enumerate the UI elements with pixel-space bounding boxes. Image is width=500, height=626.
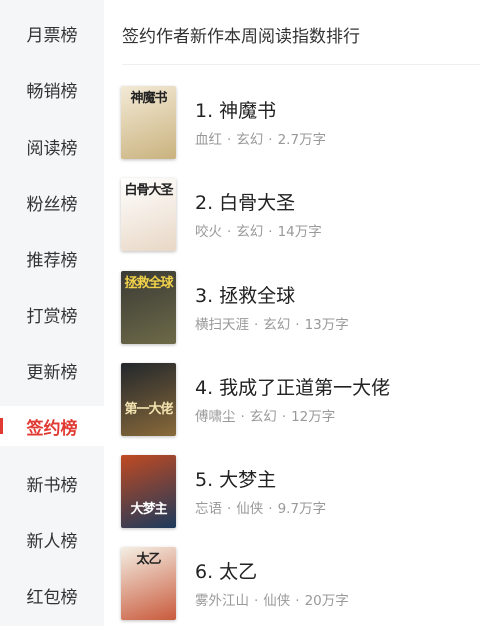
- sidebar-item-new-book[interactable]: 新书榜: [0, 463, 104, 503]
- book-meta: 咬火 · 玄幻 · 14万字: [195, 220, 322, 240]
- sidebar-item-label: 阅读榜: [26, 138, 78, 159]
- book-item-6[interactable]: 太乙 6. 太乙 雾外江山 · 仙侠 · 20万字: [121, 547, 491, 625]
- sidebar-item-update[interactable]: 更新榜: [0, 350, 104, 390]
- meta-separator: ·: [227, 224, 232, 240]
- book-item-3[interactable]: 拯救全球 3. 拯救全球 横扫天涯 · 玄幻 · 13万字: [121, 271, 491, 349]
- sidebar-item-reading[interactable]: 阅读榜: [0, 126, 104, 166]
- book-cover-title: 大梦主: [130, 502, 167, 517]
- sidebar-item-label: 粉丝榜: [26, 194, 78, 215]
- title-divider: [122, 64, 480, 65]
- book-cover-5: 大梦主: [121, 455, 176, 528]
- book-cover-6: 太乙: [121, 547, 176, 620]
- sidebar-item-label: 推荐榜: [26, 250, 78, 271]
- book-title: 5. 大梦主: [195, 469, 277, 491]
- sidebar-item-label: 畅销榜: [26, 81, 78, 102]
- meta-separator: ·: [268, 501, 273, 517]
- sidebar-item-label: 打赏榜: [26, 306, 78, 327]
- book-author: 横扫天涯: [195, 317, 249, 333]
- book-cover-title: 白骨大圣: [124, 183, 173, 198]
- sidebar-item-bestseller[interactable]: 畅销榜: [0, 69, 104, 109]
- book-meta: 横扫天涯 · 玄幻 · 13万字: [195, 313, 349, 333]
- book-item-2[interactable]: 白骨大圣 2. 白骨大圣 咬火 · 玄幻 · 14万字: [121, 178, 491, 256]
- meta-separator: ·: [295, 593, 300, 609]
- book-word-count: 13万字: [304, 317, 349, 333]
- book-item-1[interactable]: 神魔书 1. 神魔书 血红 · 玄幻 · 2.7万字: [121, 86, 491, 164]
- book-genre: 玄幻: [249, 409, 277, 425]
- book-meta: 傅啸尘 · 玄幻 · 12万字: [195, 405, 335, 425]
- sidebar-item-reward[interactable]: 打赏榜: [0, 294, 104, 334]
- book-word-count: 2.7万字: [277, 132, 327, 148]
- book-item-4[interactable]: 第一大佬 4. 我成了正道第一大佬 傅啸尘 · 玄幻 · 12万字: [121, 363, 491, 441]
- book-genre: 玄幻: [236, 224, 264, 240]
- book-author: 傅啸尘: [195, 409, 236, 425]
- page-title: 签约作者新作本周阅读指数排行: [122, 27, 360, 47]
- book-meta: 雾外江山 · 仙侠 · 20万字: [195, 589, 349, 609]
- book-cover-title: 拯救全球: [124, 276, 173, 291]
- book-cover-4: 第一大佬: [121, 363, 176, 436]
- book-genre: 玄幻: [236, 132, 264, 148]
- book-word-count: 20万字: [304, 593, 349, 609]
- book-title: 3. 拯救全球: [195, 285, 296, 307]
- book-author: 咬火: [195, 224, 222, 240]
- meta-separator: ·: [254, 593, 259, 609]
- meta-separator: ·: [227, 501, 232, 517]
- book-meta: 血红 · 玄幻 · 2.7万字: [195, 128, 326, 148]
- book-cover-title: 第一大佬: [124, 402, 173, 417]
- ranking-content: 签约作者新作本周阅读指数排行 神魔书 1. 神魔书 血红 · 玄幻 · 2.7万字 白骨…: [104, 0, 500, 626]
- meta-separator: ·: [268, 224, 273, 240]
- sidebar-item-label: 月票榜: [26, 25, 78, 46]
- sidebar-item-signed[interactable]: 签约榜: [0, 406, 104, 446]
- book-word-count: 14万字: [277, 224, 322, 240]
- book-title: 4. 我成了正道第一大佬: [195, 377, 391, 399]
- meta-separator: ·: [281, 409, 287, 425]
- meta-separator: ·: [240, 409, 245, 425]
- book-genre: 玄幻: [263, 317, 291, 333]
- book-cover-2: 白骨大圣: [121, 178, 176, 251]
- ranking-page: 月票榜 畅销榜 阅读榜 粉丝榜 推荐榜 打赏榜 更新榜 签约榜 新书榜 新人榜 …: [0, 0, 500, 626]
- book-title: 2. 白骨大圣: [195, 192, 296, 214]
- book-author: 血红: [195, 132, 222, 148]
- book-cover-title: 神魔书: [130, 91, 167, 106]
- book-genre: 仙侠: [263, 593, 291, 609]
- book-item-5[interactable]: 大梦主 5. 大梦主 忘语 · 仙侠 · 9.7万字: [121, 455, 491, 533]
- meta-separator: ·: [227, 132, 232, 148]
- book-title: 1. 神魔书: [195, 100, 277, 122]
- book-title: 6. 太乙: [195, 561, 258, 583]
- sidebar-item-label: 红包榜: [26, 587, 78, 608]
- meta-separator: ·: [268, 132, 273, 148]
- book-genre: 仙侠: [236, 501, 264, 517]
- meta-separator: ·: [295, 317, 300, 333]
- book-cover-title: 太乙: [136, 552, 161, 567]
- sidebar-item-fans[interactable]: 粉丝榜: [0, 182, 104, 222]
- book-author: 雾外江山: [195, 593, 249, 609]
- book-cover-3: 拯救全球: [121, 271, 176, 344]
- sidebar-item-recommend[interactable]: 推荐榜: [0, 238, 104, 278]
- sidebar-item-monthly-ticket[interactable]: 月票榜: [0, 13, 104, 53]
- sidebar-item-label: 签约榜: [26, 418, 78, 439]
- book-cover-1: 神魔书: [121, 86, 176, 159]
- ranking-sidebar: 月票榜 畅销榜 阅读榜 粉丝榜 推荐榜 打赏榜 更新榜 签约榜 新书榜 新人榜 …: [0, 0, 104, 626]
- book-meta: 忘语 · 仙侠 · 9.7万字: [195, 497, 326, 517]
- book-word-count: 9.7万字: [277, 501, 327, 517]
- sidebar-item-red-packet[interactable]: 红包榜: [0, 575, 104, 615]
- meta-separator: ·: [254, 317, 259, 333]
- sidebar-item-label: 新书榜: [26, 475, 78, 496]
- sidebar-item-label: 更新榜: [26, 362, 78, 383]
- book-word-count: 12万字: [291, 409, 336, 425]
- book-author: 忘语: [195, 501, 222, 517]
- sidebar-item-newcomer[interactable]: 新人榜: [0, 519, 104, 559]
- sidebar-item-label: 新人榜: [26, 531, 78, 552]
